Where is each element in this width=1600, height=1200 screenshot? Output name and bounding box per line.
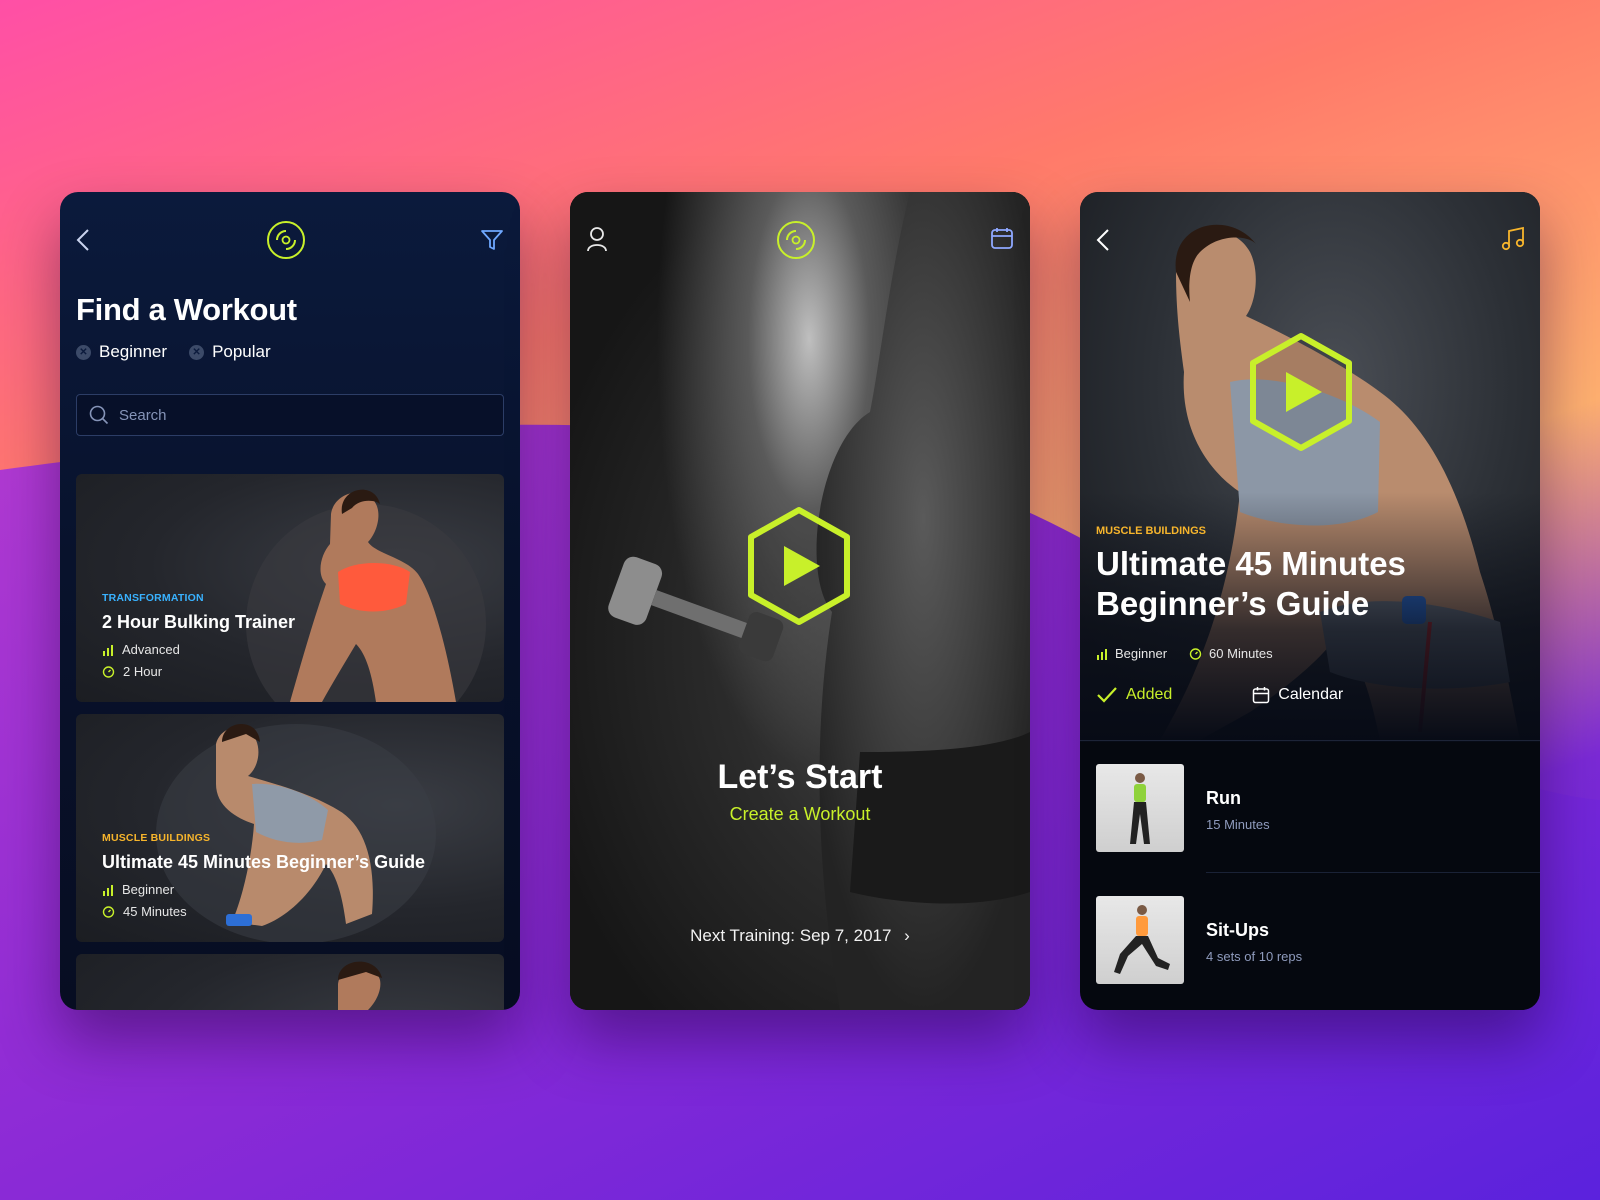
calendar-icon[interactable] [990, 226, 1014, 250]
search-icon [89, 405, 109, 425]
next-training-text: Next Training: Sep 7, 2017 [690, 926, 892, 945]
logo-icon [267, 221, 305, 259]
exercise-name: Sit-Ups [1206, 920, 1269, 940]
find-workout-screen: Find a Workout ✕ Beginner ✕ Popular TRAN… [60, 192, 520, 1010]
workout-card[interactable]: TRANSFORMATION 2 Hour Bulking Trainer Ad… [76, 474, 504, 702]
workout-card[interactable] [76, 954, 504, 1010]
exercise-item[interactable]: Run 15 Minutes [1096, 764, 1270, 852]
level-text: Advanced [122, 642, 180, 657]
chip-beginner[interactable]: ✕ Beginner [76, 342, 167, 362]
runner-image [1130, 773, 1150, 844]
top-bar [1094, 216, 1526, 264]
start-heading: Let’s Start [717, 758, 883, 796]
card-category: TRANSFORMATION [102, 592, 204, 604]
start-screen: Let’s Start Create a Workout Next Traini… [570, 192, 1030, 1010]
profile-icon[interactable] [586, 226, 608, 252]
card-level: Advanced [102, 642, 180, 657]
search-box[interactable] [76, 394, 504, 436]
card-category: MUSCLE BUILDINGS [102, 832, 211, 844]
calendar-button[interactable]: Calendar [1252, 686, 1343, 704]
remove-chip-icon[interactable]: ✕ [76, 344, 91, 360]
exercise-detail: 4 sets of 10 reps [1206, 949, 1303, 964]
filter-icon[interactable] [480, 228, 504, 252]
duration-text: 2 Hour [123, 664, 163, 679]
calendar-icon [1253, 687, 1270, 704]
workout-category: MUSCLE BUILDINGS [1096, 525, 1206, 537]
workout-title: Ultimate 45 Minutes Beginner’s Guide [1096, 545, 1406, 622]
workout-duration: 60 Minutes [1189, 646, 1273, 661]
action-row: Added Calendar [1096, 686, 1343, 704]
divider [1080, 740, 1540, 741]
workout-meta: Beginner 60 Minutes [1096, 646, 1273, 661]
timer-icon [102, 906, 115, 918]
list-separator [1206, 872, 1540, 873]
chip-label: Popular [212, 342, 271, 361]
duration-text: 45 Minutes [123, 904, 187, 919]
level-text: Beginner [122, 882, 175, 897]
top-bar [584, 216, 1016, 264]
create-workout-link[interactable]: Create a Workout [570, 804, 1030, 825]
play-button[interactable] [1246, 332, 1356, 452]
card-title: Ultimate 45 Minutes Beginner’s Guide [102, 852, 426, 872]
next-training-link[interactable]: Next Training: Sep 7, 2017 › [570, 926, 1030, 946]
timer-icon [102, 666, 115, 678]
exercise-item[interactable]: Sit-Ups 4 sets of 10 reps [1096, 896, 1302, 984]
workout-level: Beginner [1096, 646, 1167, 661]
top-bar [74, 216, 506, 264]
filter-chips: ✕ Beginner ✕ Popular [76, 342, 271, 362]
level-bars-icon [1097, 648, 1107, 660]
chip-label: Beginner [99, 342, 168, 361]
added-label: Added [1126, 686, 1173, 703]
exercise-thumbnail [1096, 764, 1184, 852]
workout-card[interactable]: MUSCLE BUILDINGS Ultimate 45 Minutes Beg… [76, 714, 504, 942]
chevron-right-icon: › [904, 926, 910, 945]
play-button[interactable] [744, 506, 854, 626]
lunge-image [1114, 905, 1170, 974]
back-icon[interactable] [1094, 228, 1114, 252]
music-icon[interactable] [1500, 226, 1526, 252]
remove-chip-icon[interactable]: ✕ [189, 344, 205, 360]
calendar-label: Calendar [1278, 686, 1344, 703]
timer-icon [1189, 648, 1202, 660]
workout-detail-screen: MUSCLE BUILDINGS Ultimate 45 Minutes Beg… [1080, 192, 1540, 1010]
chip-popular[interactable]: ✕ Popular [189, 342, 271, 362]
level-text: Beginner [1115, 646, 1168, 661]
exercise-name: Run [1206, 788, 1241, 808]
check-icon [1097, 687, 1117, 703]
card-level: Beginner [102, 882, 174, 897]
search-input[interactable] [119, 406, 479, 424]
level-bars-icon [103, 884, 113, 896]
added-button[interactable]: Added [1096, 686, 1172, 704]
page-title: Find a Workout [76, 292, 297, 327]
exercise-detail: 15 Minutes [1206, 817, 1270, 832]
athlete-image [338, 961, 382, 1010]
back-icon[interactable] [74, 228, 94, 252]
card-title: 2 Hour Bulking Trainer [102, 612, 296, 632]
exercise-thumbnail [1096, 896, 1184, 984]
level-bars-icon [103, 644, 113, 656]
card-duration: 45 Minutes [102, 904, 187, 919]
card-duration: 2 Hour [102, 664, 162, 679]
logo-icon [777, 221, 815, 259]
duration-text: 60 Minutes [1209, 646, 1273, 661]
